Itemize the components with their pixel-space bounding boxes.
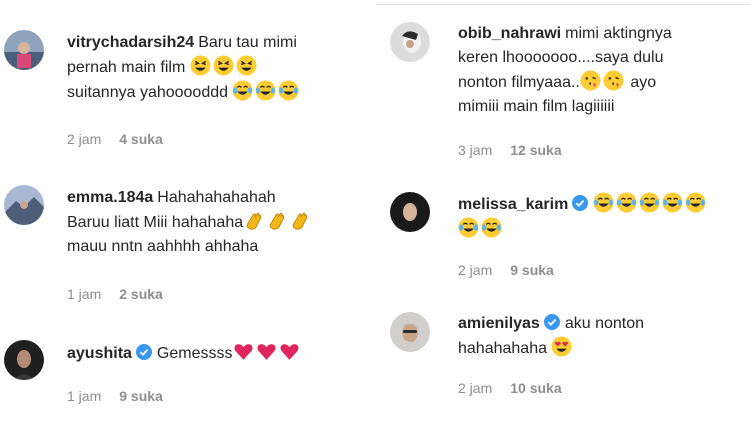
comment-likes[interactable]: 2 suka — [119, 286, 163, 302]
comment-time[interactable]: 1 jam — [67, 388, 101, 404]
comment-text-line: pernah main film — [67, 59, 186, 76]
avatar[interactable] — [390, 192, 430, 232]
comment-meta: 1 jam 2 suka — [67, 286, 163, 302]
verified-badge-icon — [572, 195, 589, 211]
comment-text-line: suitannya yahooooddd — [67, 84, 229, 101]
comment-text-line: Baru tau mimi — [198, 34, 297, 51]
comment-time[interactable]: 2 jam — [67, 131, 101, 147]
tears-of-joy-icon — [232, 80, 301, 101]
comment-likes[interactable]: 10 suka — [510, 380, 561, 396]
comment-item: amienilyas aku nonton hahahahaha 2 jam 10 … — [376, 300, 750, 410]
comment-text-line: ayo — [630, 74, 657, 91]
comment-username[interactable]: vitrychadarsih24 — [67, 34, 194, 51]
comment-likes[interactable]: 12 suka — [510, 142, 561, 158]
comment-body: obib_nahrawi mimi aktingnya keren lhooooo… — [458, 22, 672, 119]
comment-meta: 2 jam 4 suka — [67, 131, 163, 147]
avatar[interactable] — [4, 30, 44, 70]
comment-item: obib_nahrawi mimi aktingnya keren lhooooo… — [376, 0, 750, 170]
comment-likes[interactable]: 9 suka — [510, 262, 554, 278]
comment-text-line: keren lhooooooo....saya dulu — [458, 49, 664, 66]
comment-time[interactable]: 2 jam — [458, 380, 492, 396]
avatar[interactable] — [4, 185, 44, 225]
comment-text-line: mauu nntn aahhhh ahhaha — [67, 238, 259, 255]
comment-likes[interactable]: 9 suka — [119, 388, 163, 404]
avatar[interactable] — [390, 22, 430, 62]
comment-username[interactable]: emma.184a — [67, 189, 153, 206]
red-heart-icon — [233, 344, 302, 362]
comment-item: ayushita Gemessss 1 jam 9 suka — [0, 330, 372, 420]
comment-text-line: Hahahahahahah — [157, 189, 276, 206]
tears-of-joy-icon — [593, 192, 708, 213]
comment-text-line: nonton filmyaaa.. — [458, 74, 580, 91]
verified-badge-icon — [543, 314, 560, 330]
comment-username[interactable]: obib_nahrawi — [458, 25, 561, 42]
comment-text-line: Gemessss — [156, 345, 233, 362]
comment-time[interactable]: 1 jam — [67, 286, 101, 302]
verified-badge-icon — [135, 344, 152, 360]
comment-text-line: aku nonton — [564, 315, 645, 332]
comment-username[interactable]: melissa_karim — [458, 196, 568, 213]
comment-meta: 2 jam 10 suka — [458, 380, 562, 396]
avatar[interactable] — [4, 340, 44, 380]
kissing-face-icon — [580, 70, 626, 91]
comment-meta: 3 jam 12 suka — [458, 142, 562, 158]
comment-text-line: Baruu liatt Miii hahahaha — [67, 214, 244, 231]
comment-item: emma.184a Hahahahahahah Baruu liatt Miii … — [0, 170, 372, 310]
comment-likes[interactable]: 4 suka — [119, 131, 163, 147]
avatar[interactable] — [390, 312, 430, 352]
comment-body: ayushita Gemessss — [67, 341, 302, 366]
comment-body: emma.184a Hahahahahahah Baruu liatt Miii … — [67, 186, 312, 259]
comment-body: amienilyas aku nonton hahahahaha — [458, 312, 644, 361]
comment-username[interactable]: ayushita — [67, 345, 132, 362]
comment-text-line: mimi aktingnya — [565, 25, 672, 42]
clapping-hands-icon — [243, 212, 312, 231]
comments-column-left: vitrychadarsih24 Baru tau mimi pernah mai… — [0, 0, 372, 422]
comment-meta: 1 jam 9 suka — [67, 388, 163, 404]
comment-text-line: mimiii main film lagiiiiii — [458, 98, 615, 115]
heart-eyes-icon — [551, 336, 574, 357]
comment-item: melissa_karim 2 jam 9 suka — [376, 180, 750, 290]
comment-item: vitrychadarsih24 Baru tau mimi pernah mai… — [0, 0, 372, 160]
comment-username[interactable]: amienilyas — [458, 315, 540, 332]
tears-of-joy-icon — [458, 217, 504, 238]
comment-body: vitrychadarsih24 Baru tau mimi pernah mai… — [67, 31, 301, 105]
comments-column-right: obib_nahrawi mimi aktingnya keren lhooooo… — [376, 0, 750, 422]
comment-body: melissa_karim — [458, 192, 708, 242]
squinting-face-icon — [190, 55, 259, 76]
comment-time[interactable]: 3 jam — [458, 142, 492, 158]
comment-text-line: hahahahaha — [458, 340, 547, 357]
comment-meta: 2 jam 9 suka — [458, 262, 554, 278]
comment-time[interactable]: 2 jam — [458, 262, 492, 278]
